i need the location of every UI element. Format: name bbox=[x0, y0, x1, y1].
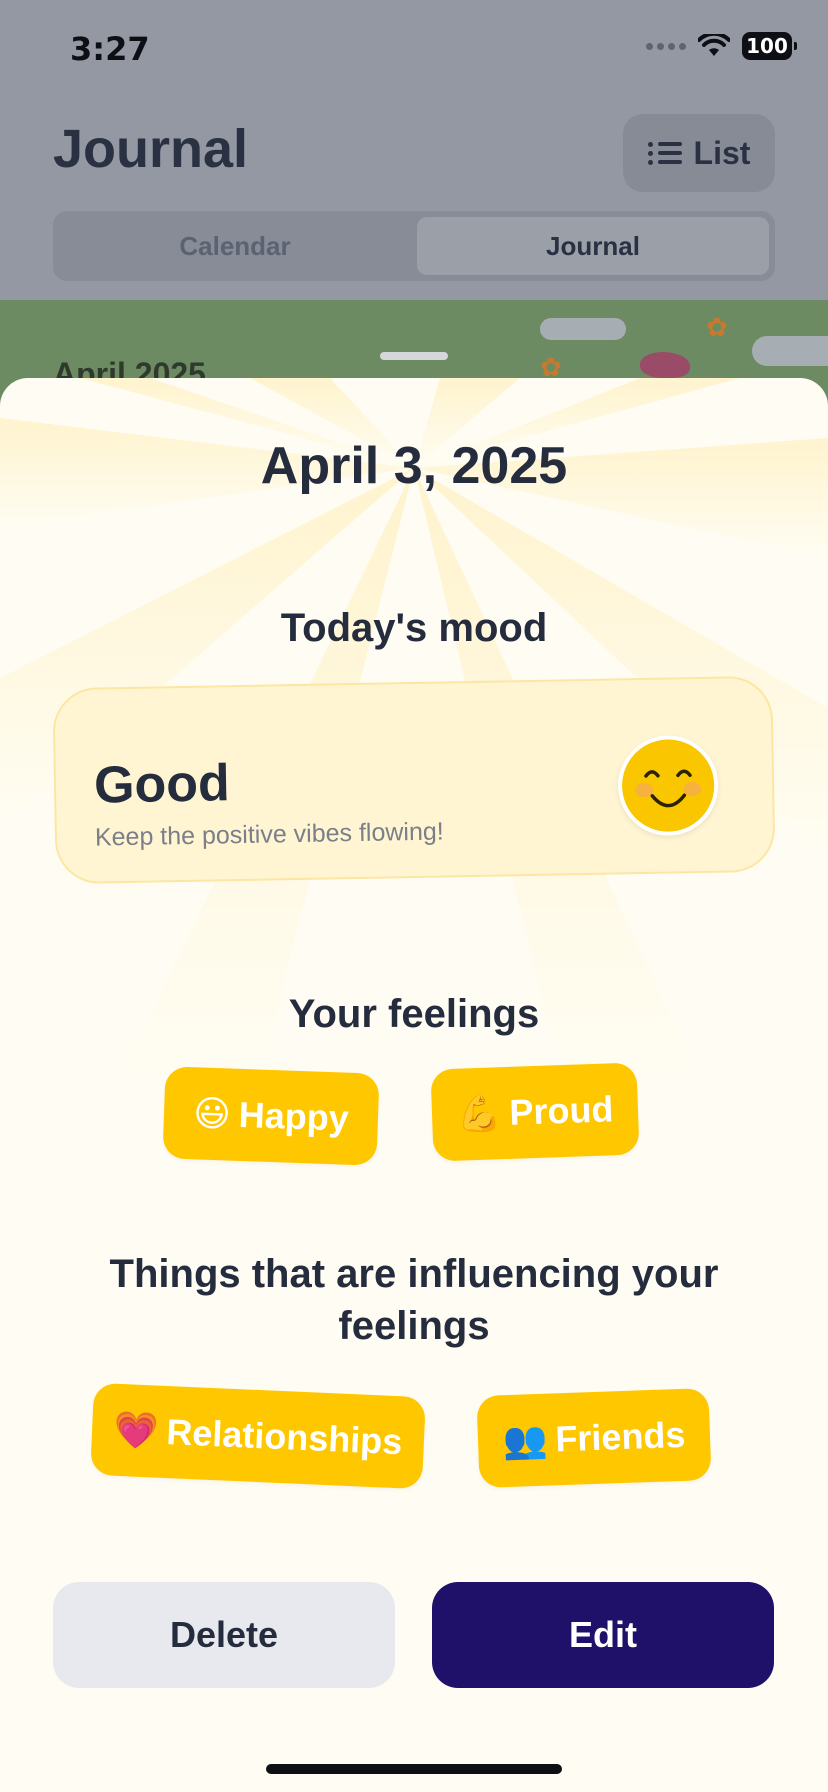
flexed-biceps-icon: 💪 bbox=[455, 1092, 503, 1135]
heart-icon: 💗 bbox=[112, 1408, 160, 1452]
page-title: Journal bbox=[53, 119, 249, 179]
influence-chip-friends[interactable]: 👥 Friends bbox=[476, 1387, 712, 1489]
influence-chip-relationships[interactable]: 💗 Relationships bbox=[90, 1382, 426, 1490]
signal-icon bbox=[646, 42, 686, 50]
screen: 3:27 100 Journal List Calendar Journal A… bbox=[0, 0, 828, 1792]
status-icons: 100 bbox=[646, 32, 797, 60]
mood-heading: Today's mood bbox=[280, 606, 548, 650]
feeling-chip-happy[interactable]: 😃 Happy bbox=[162, 1066, 380, 1166]
status-bar: 3:27 100 bbox=[0, 0, 828, 100]
people-icon: 👥 bbox=[501, 1418, 549, 1462]
tab-calendar[interactable]: Calendar bbox=[59, 217, 411, 275]
wifi-icon bbox=[698, 34, 730, 56]
list-button[interactable]: List bbox=[623, 114, 775, 192]
influences-heading: Things that are influencing your feeling… bbox=[109, 1252, 719, 1348]
flower-illustration: ✿ bbox=[706, 312, 728, 342]
view-segmented-control: Calendar Journal bbox=[53, 211, 775, 281]
feeling-chip-label: Happy bbox=[238, 1093, 350, 1139]
cloud-illustration bbox=[752, 336, 828, 366]
mood-message: Keep the positive vibes flowing! bbox=[94, 817, 444, 852]
home-indicator bbox=[266, 1764, 562, 1774]
feeling-chip-proud[interactable]: 💪 Proud bbox=[430, 1062, 640, 1162]
feelings-heading: Your feelings bbox=[288, 992, 540, 1036]
influence-chip-label: Friends bbox=[554, 1413, 687, 1460]
cloud-illustration bbox=[540, 318, 626, 340]
sheet-grabber[interactable] bbox=[380, 352, 448, 360]
entry-date: April 3, 2025 bbox=[260, 437, 568, 495]
battery-icon: 100 bbox=[742, 32, 797, 60]
edit-button[interactable]: Edit bbox=[432, 1582, 774, 1688]
status-time: 3:27 bbox=[70, 30, 150, 68]
bird-illustration bbox=[640, 352, 690, 378]
mood-label: Good bbox=[93, 754, 231, 815]
delete-button[interactable]: Delete bbox=[53, 1582, 395, 1688]
smiling-face-icon bbox=[617, 734, 720, 837]
tab-journal[interactable]: Journal bbox=[417, 217, 769, 275]
list-button-label: List bbox=[693, 134, 751, 171]
entry-sheet: April 3, 2025 Today's mood Good Keep the… bbox=[0, 378, 828, 1792]
list-icon bbox=[647, 140, 682, 166]
influence-chip-label: Relationships bbox=[165, 1411, 404, 1463]
mood-card: Good Keep the positive vibes flowing! bbox=[52, 675, 776, 885]
feeling-chip-label: Proud bbox=[508, 1088, 615, 1133]
grinning-face-icon: 😃 bbox=[192, 1092, 232, 1135]
